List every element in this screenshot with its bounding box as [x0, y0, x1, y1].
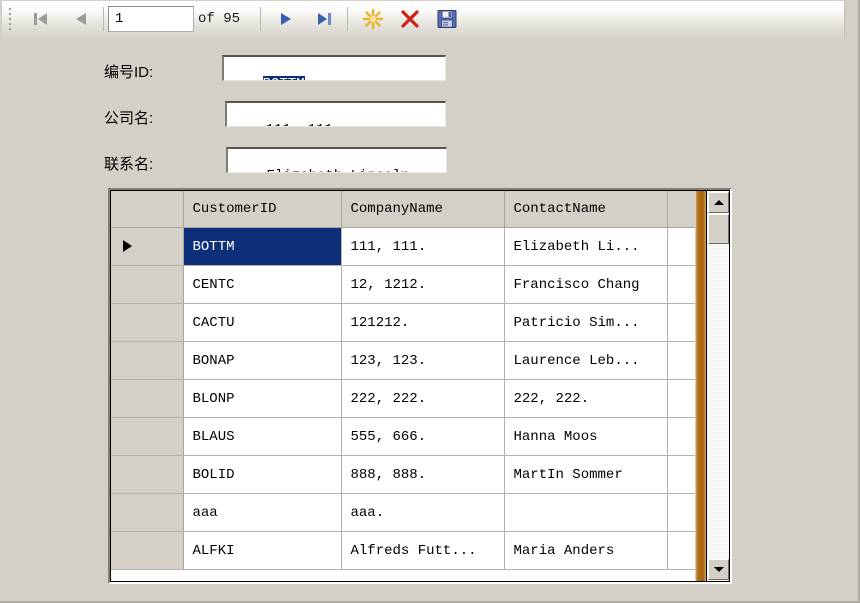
move-first-icon [34, 13, 47, 25]
grid-edge-artifact [695, 191, 706, 581]
row-selector-cell[interactable] [111, 379, 184, 418]
cell-contactname[interactable]: Francisco Chang [504, 265, 668, 304]
row-selector-cell[interactable] [111, 303, 184, 342]
label-contact-name: 联系名: [104, 156, 154, 173]
cell-customerid[interactable]: aaa [183, 493, 342, 532]
add-new-record-button[interactable] [357, 5, 389, 33]
cell-contactname[interactable]: Laurence Leb... [504, 341, 668, 380]
drag-grip-icon[interactable] [8, 8, 14, 30]
cell-contactname[interactable]: Patricio Sim... [504, 303, 668, 342]
scroll-up-button[interactable] [708, 192, 729, 213]
delete-record-icon [401, 10, 419, 28]
application-window: 1 of 95 编号ID: 公司名: 联系名: CustomerID Compa… [0, 0, 860, 603]
cell-companyname[interactable]: 111, 111. [341, 227, 505, 266]
column-header-companyname[interactable]: CompanyName [341, 191, 505, 228]
table-row[interactable]: CACTU 121212. Patricio Sim... [111, 303, 729, 342]
cell-companyname[interactable]: 555, 666. [341, 417, 505, 456]
row-selector-header[interactable] [111, 191, 184, 228]
company-name-input[interactable]: 111, 111. [225, 101, 446, 127]
label-company-name: 公司名: [104, 110, 154, 127]
cell-customerid[interactable]: BONAP [183, 341, 342, 380]
cell-companyname[interactable]: Alfreds Futt... [341, 531, 505, 570]
current-row-arrow-icon [123, 240, 132, 252]
cell-customerid[interactable]: CENTC [183, 265, 342, 304]
add-new-record-icon [362, 8, 384, 30]
toolbar-separator [103, 7, 104, 31]
cell-companyname[interactable]: 121212. [341, 303, 505, 342]
table-row[interactable]: BLONP 222, 222. 222, 222. [111, 379, 729, 418]
move-last-icon [318, 13, 331, 25]
row-selector-cell[interactable] [111, 493, 184, 532]
row-selector-cell[interactable] [111, 417, 184, 456]
cell-companyname[interactable]: 123, 123. [341, 341, 505, 380]
toolbar-separator [347, 7, 348, 31]
cell-companyname[interactable]: 12, 1212. [341, 265, 505, 304]
table-row[interactable]: CENTC 12, 1212. Francisco Chang [111, 265, 729, 304]
table-row[interactable]: BOLID 888, 888. MartIn Sommer [111, 455, 729, 494]
cell-contactname[interactable]: MartIn Sommer [504, 455, 668, 494]
cell-contactname[interactable]: Elizabeth Li... [504, 227, 668, 266]
column-header-contactname[interactable]: ContactName [504, 191, 668, 228]
column-header-customerid[interactable]: CustomerID [183, 191, 342, 228]
table-row[interactable]: BLAUS 555, 666. Hanna Moos [111, 417, 729, 456]
scroll-up-arrow-icon [713, 200, 724, 205]
binding-navigator-toolbar: 1 of 95 [2, 1, 845, 37]
toolbar-separator [260, 7, 261, 31]
move-first-button[interactable] [24, 5, 58, 33]
delete-record-button[interactable] [394, 5, 426, 33]
row-selector-cell[interactable] [111, 265, 184, 304]
cell-customerid[interactable]: BOLID [183, 455, 342, 494]
table-row[interactable]: BOTTM 111, 111. Elizabeth Li... [111, 227, 729, 266]
contact-name-input[interactable]: Elizabeth Lincoln [226, 147, 447, 173]
row-selector-cell[interactable] [111, 531, 184, 570]
move-last-button[interactable] [307, 5, 341, 33]
grid-vertical-scrollbar[interactable] [706, 191, 729, 581]
company-name-value: 111, 111. [266, 122, 342, 126]
cell-contactname[interactable]: Hanna Moos [504, 417, 668, 456]
cell-companyname[interactable]: aaa. [341, 493, 505, 532]
scroll-down-arrow-icon [713, 567, 724, 572]
move-previous-button[interactable] [64, 5, 98, 33]
current-position-input[interactable]: 1 [108, 6, 194, 32]
record-count-label: of 95 [198, 11, 241, 27]
row-selector-cell[interactable] [111, 227, 184, 266]
datagrid-header-row: CustomerID CompanyName ContactName [111, 191, 729, 228]
move-next-button[interactable] [268, 5, 302, 33]
cell-customerid[interactable]: ALFKI [183, 531, 342, 570]
save-data-icon [437, 10, 457, 28]
customer-id-value: BOTTM [262, 76, 305, 80]
move-previous-icon [76, 13, 86, 25]
move-next-icon [281, 13, 291, 25]
table-row[interactable]: aaa aaa. [111, 493, 729, 532]
cell-customerid[interactable]: BOTTM [183, 227, 342, 266]
cell-customerid[interactable]: BLAUS [183, 417, 342, 456]
customers-datagrid[interactable]: CustomerID CompanyName ContactName BOTTM… [108, 188, 732, 584]
label-customer-id: 编号ID: [104, 64, 154, 81]
cell-companyname[interactable]: 888, 888. [341, 455, 505, 494]
cell-contactname[interactable] [504, 493, 668, 532]
cell-companyname[interactable]: 222, 222. [341, 379, 505, 418]
table-row[interactable]: ALFKI Alfreds Futt... Maria Anders [111, 531, 729, 570]
cell-customerid[interactable]: BLONP [183, 379, 342, 418]
scroll-down-button[interactable] [708, 559, 729, 580]
row-selector-cell[interactable] [111, 341, 184, 380]
customer-id-input[interactable]: BOTTM [222, 55, 446, 81]
scroll-thumb[interactable] [708, 214, 729, 244]
row-selector-cell[interactable] [111, 455, 184, 494]
save-data-button[interactable] [431, 5, 463, 33]
table-row[interactable]: BONAP 123, 123. Laurence Leb... [111, 341, 729, 380]
contact-name-value: Elizabeth Lincoln [267, 168, 410, 172]
cell-contactname[interactable]: 222, 222. [504, 379, 668, 418]
cell-customerid[interactable]: CACTU [183, 303, 342, 342]
cell-contactname[interactable]: Maria Anders [504, 531, 668, 570]
datagrid-table: CustomerID CompanyName ContactName BOTTM… [111, 191, 729, 570]
